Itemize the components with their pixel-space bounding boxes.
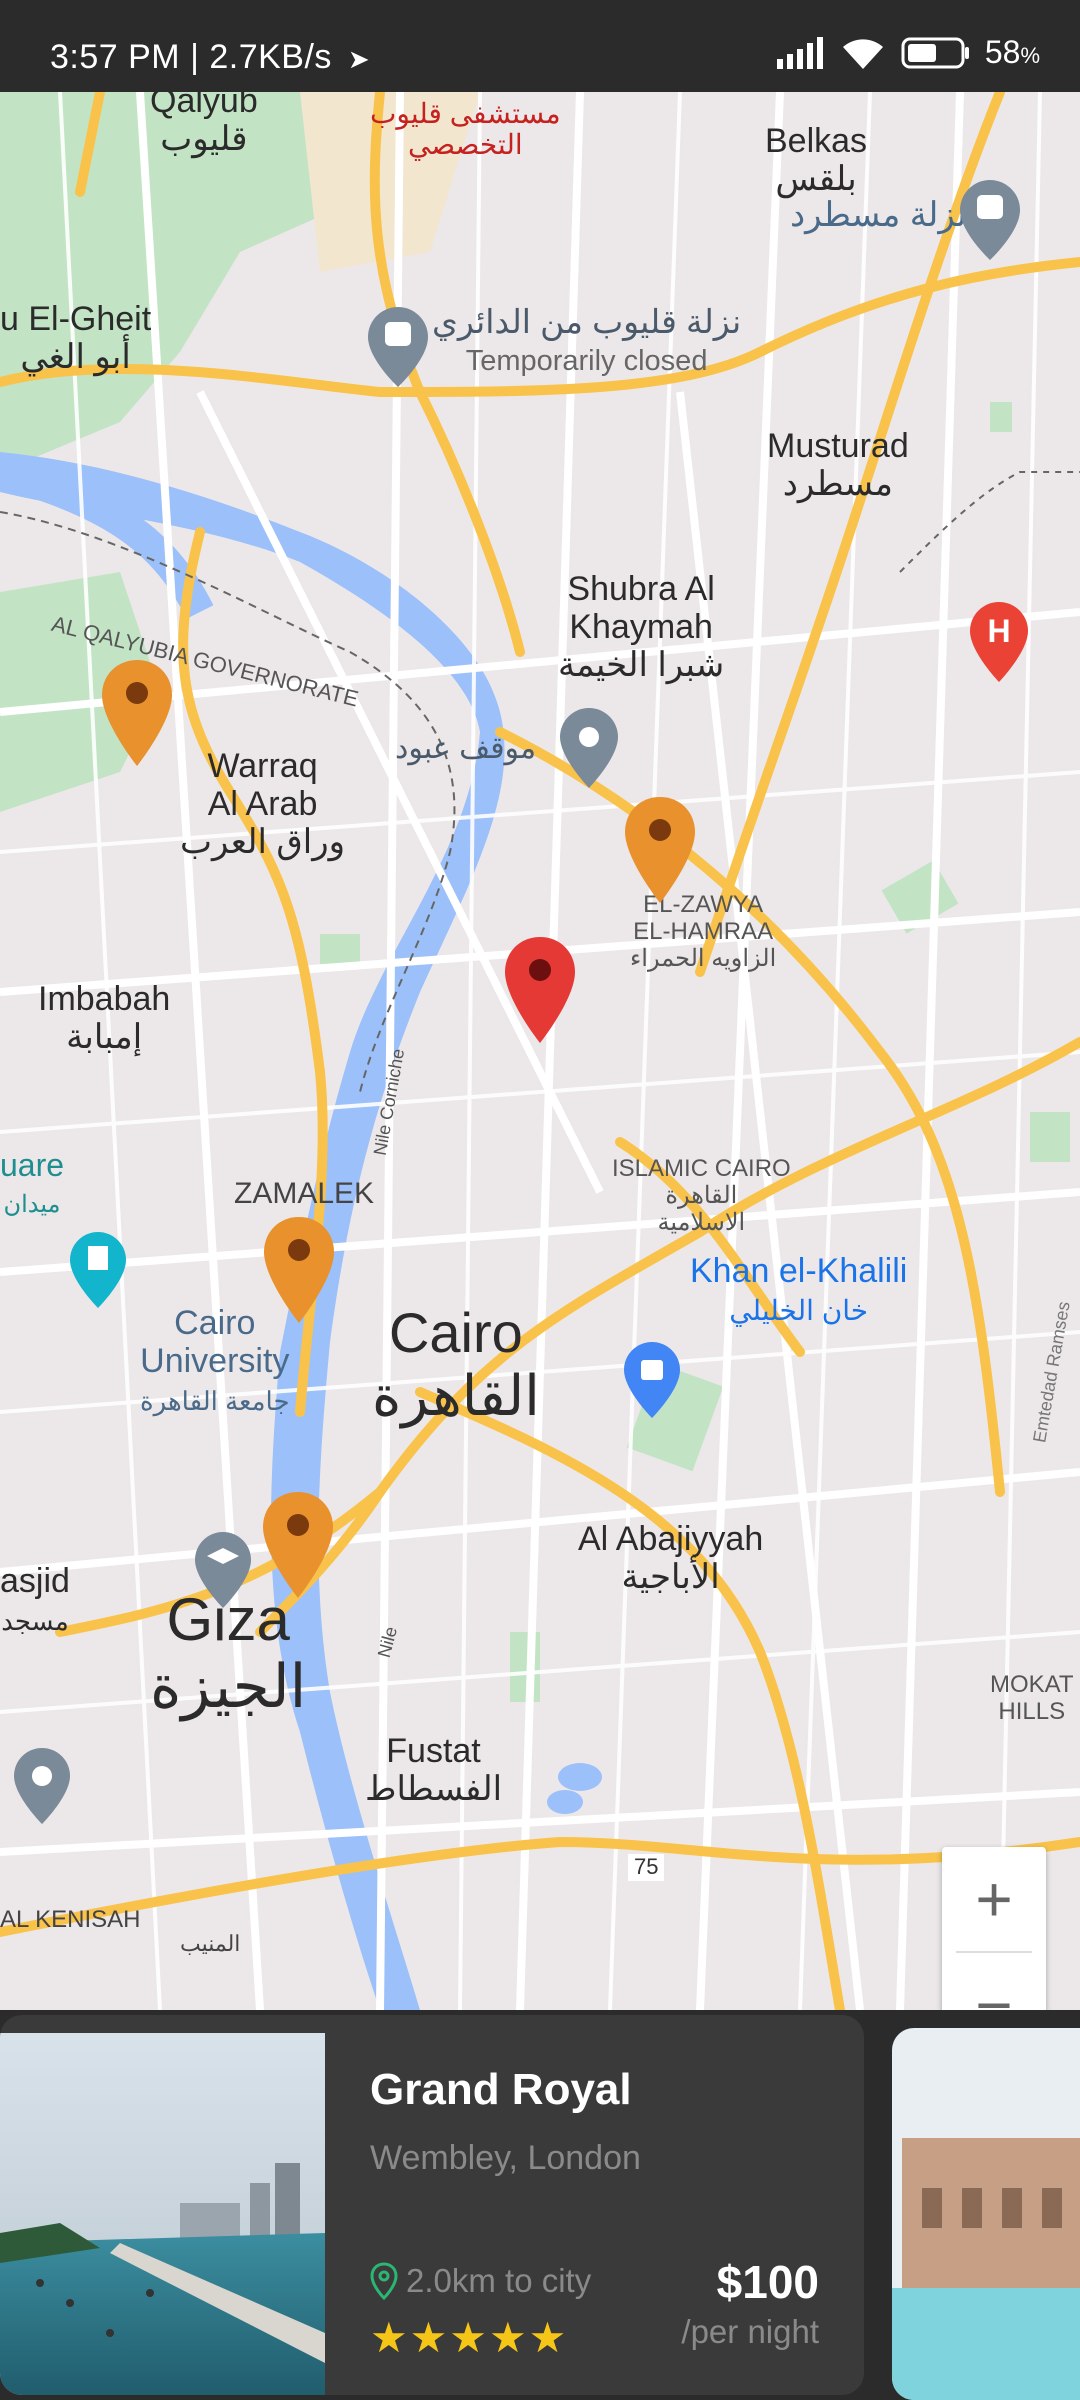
price-unit: /per night (681, 2313, 819, 2350)
map-label-mokattam-2: HILLS (998, 1697, 1066, 1725)
road-shield-75: 75 (628, 1854, 665, 1881)
map-label-mawqif: موقف عبود (395, 732, 537, 765)
map-label-fustat-en: Fustat (386, 1732, 481, 1770)
battery-icon (901, 37, 969, 68)
status-icons: 58% (775, 34, 1040, 71)
map-label-fustat-ar: الفسطاط (365, 1770, 503, 1809)
map-label-musturad: Musturad مسطرد (767, 427, 909, 503)
hotel-distance: 2.0km to city (370, 2262, 591, 2300)
map-label-musturad-en: Musturad (767, 427, 909, 465)
map-label-abajiyyah-en: Al Abajiyyah (578, 1520, 764, 1558)
map-label-kenisah: AL KENISAH (0, 1906, 141, 1933)
signal-icon (776, 36, 823, 69)
map-label-shubra-1: Shubra Al (567, 570, 715, 608)
hotel-image (0, 2033, 325, 2395)
map-label-warraq-1: Warraq (207, 747, 318, 785)
zoom-in-button[interactable]: + (942, 1847, 1046, 1951)
map-label-masjid-ar: مسجد (1, 1606, 69, 1637)
hotel-price: $100 (716, 2256, 819, 2308)
map-label-shubra: Shubra Al Khaymah شبرا الخيمة (558, 570, 724, 684)
map-label-kenisah-ar: المنيب (180, 1931, 241, 1956)
map-label-mokattam-1: MOKAT (990, 1671, 1074, 1698)
map-label-el-gheit-ar: أبو الغي (20, 338, 131, 377)
map-label-hospital: مستشفى قليوب التخصصي (370, 98, 561, 161)
map-label-hospital-ar1: مستشفى قليوب (370, 98, 561, 129)
hotel-card[interactable]: Grand Royal Wembley, London 2.0km to cit… (0, 2015, 864, 2395)
map-label-imbabah-en: Imbabah (38, 980, 171, 1018)
hotel-name: Grand Royal (370, 2065, 632, 2114)
map-label-el-gheit-en: u El-Gheit (0, 300, 152, 338)
map-label-cairo-ar: القاهرة (372, 1363, 540, 1427)
map-label-mokattam: MOKAT HILLS (990, 1671, 1074, 1726)
map-label-qalyub: Qalyub قليوب (150, 92, 258, 158)
map-view[interactable]: Qalyub قليوب مستشفى قليوب التخصصي Belkas بل… (0, 92, 1080, 2010)
map-label-khan-en: Khan el-Khalili (690, 1252, 908, 1290)
map-label-khan-ar: خان الخليلي (729, 1295, 869, 1327)
location-pin-icon (370, 2262, 398, 2300)
map-label-uni-2: University (140, 1342, 290, 1381)
map-label-islamic-2: القاهرة (665, 1181, 738, 1209)
status-time-text: 3:57 PM | 2.7KB/s (50, 38, 332, 76)
battery-level: 58% (985, 34, 1040, 71)
map-label-square-ar: ميدان (3, 1190, 61, 1218)
map-label-hospital-ar2: التخصصي (407, 129, 523, 161)
map-label-islamic-3: الاسلامية (657, 1208, 746, 1236)
map-label-musturad-ar: مسطرد (782, 465, 894, 504)
map-label-qalyub-station-ar: نزلة قليوب من الدائري (432, 303, 742, 340)
map-label-masjid: asjid مسجد (0, 1562, 70, 1638)
map-label-qalyub-station: نزلة قليوب من الدائري Temporarily closed (432, 303, 742, 378)
svg-text:H: H (987, 613, 1010, 649)
map-label-abajiyyah-ar: الأباجية (621, 1558, 720, 1597)
map-label-warraq: Warraq Al Arab وراق العرب (180, 747, 345, 861)
map-label-giza-ar: الجيزة (150, 1653, 307, 1721)
map-label-islamic-cairo: ISLAMIC CAIRO القاهرة الاسلامية (612, 1155, 791, 1237)
map-label-fustat: Fustat الفسطاط (365, 1732, 502, 1808)
map-label-shubra-2: Khaymah (569, 608, 713, 647)
map-label-belkas-en: Belkas (765, 122, 868, 160)
map-label-khan: Khan el-Khalili خان الخليلي (690, 1252, 907, 1328)
map-label-qalyub-ar: قليوب (160, 120, 248, 159)
map-label-masjid-en: asjid (0, 1562, 70, 1600)
wifi-icon (842, 38, 883, 69)
zoom-controls: + − (942, 1847, 1046, 2010)
map-label-qalyub-en: Qalyub (150, 92, 258, 120)
map-label-imbabah: Imbabah إمبابة (38, 980, 170, 1056)
map-label-uni-ar: جامعة القاهرة (140, 1386, 290, 1417)
map-label-belkas: Belkas بلقس (765, 122, 867, 198)
next-hotel-card-image[interactable] (892, 2028, 1080, 2400)
hotel-location: Wembley, London (370, 2139, 641, 2177)
map-label-zawya-ar: الزاويه الحمراء (630, 944, 777, 972)
map-label-zamalek: ZAMALEK (234, 1177, 375, 1210)
map-label-square-en: uare (0, 1147, 65, 1183)
map-label-el-gheit: u El-Gheit أبو الغي (0, 300, 151, 376)
map-label-zawya: EL-ZAWYA EL-HAMRAA الزاويه الحمراء (630, 891, 777, 973)
map-label-belkas-station: نزلة مسطرد (790, 196, 967, 234)
map-label-shubra-ar: شبرا الخيمة (558, 646, 725, 685)
map-label-square: uare ميدان (0, 1147, 65, 1220)
star-rating: ★★★★★ (370, 2314, 569, 2361)
battery-percent: 58 (984, 34, 1021, 70)
hotel-distance-text: 2.0km to city (406, 2262, 592, 2299)
zoom-out-button[interactable]: − (942, 1953, 1046, 2010)
map-label-warraq-2: Al Arab (207, 785, 318, 824)
status-bar: 3:57 PM | 2.7KB/s ➤ 58% (0, 0, 1080, 92)
status-time: 3:57 PM | 2.7KB/s ➤ (50, 38, 370, 77)
play-icon: ➤ (347, 44, 371, 74)
map-label-uni-1: Cairo (174, 1304, 256, 1342)
map-label-cairo: Cairo القاهرة (372, 1301, 540, 1427)
map-label-islamic-1: ISLAMIC CAIRO (612, 1155, 791, 1182)
map-label-zawya-2: EL-HAMRAA (633, 917, 774, 945)
battery-unit: % (1020, 43, 1040, 68)
map-label-cairo-en: Cairo (388, 1301, 523, 1364)
map-label-abajiyyah: Al Abajiyyah الأباجية (578, 1520, 763, 1596)
map-label-belkas-ar: بلقس (775, 160, 857, 199)
map-label-imbabah-ar: إمبابة (66, 1018, 143, 1057)
map-label-temporarily-closed: Temporarily closed (465, 344, 708, 377)
map-label-warraq-ar: وراق العرب (180, 823, 346, 862)
hotel-carousel[interactable]: Grand Royal Wembley, London 2.0km to cit… (0, 2010, 1080, 2400)
